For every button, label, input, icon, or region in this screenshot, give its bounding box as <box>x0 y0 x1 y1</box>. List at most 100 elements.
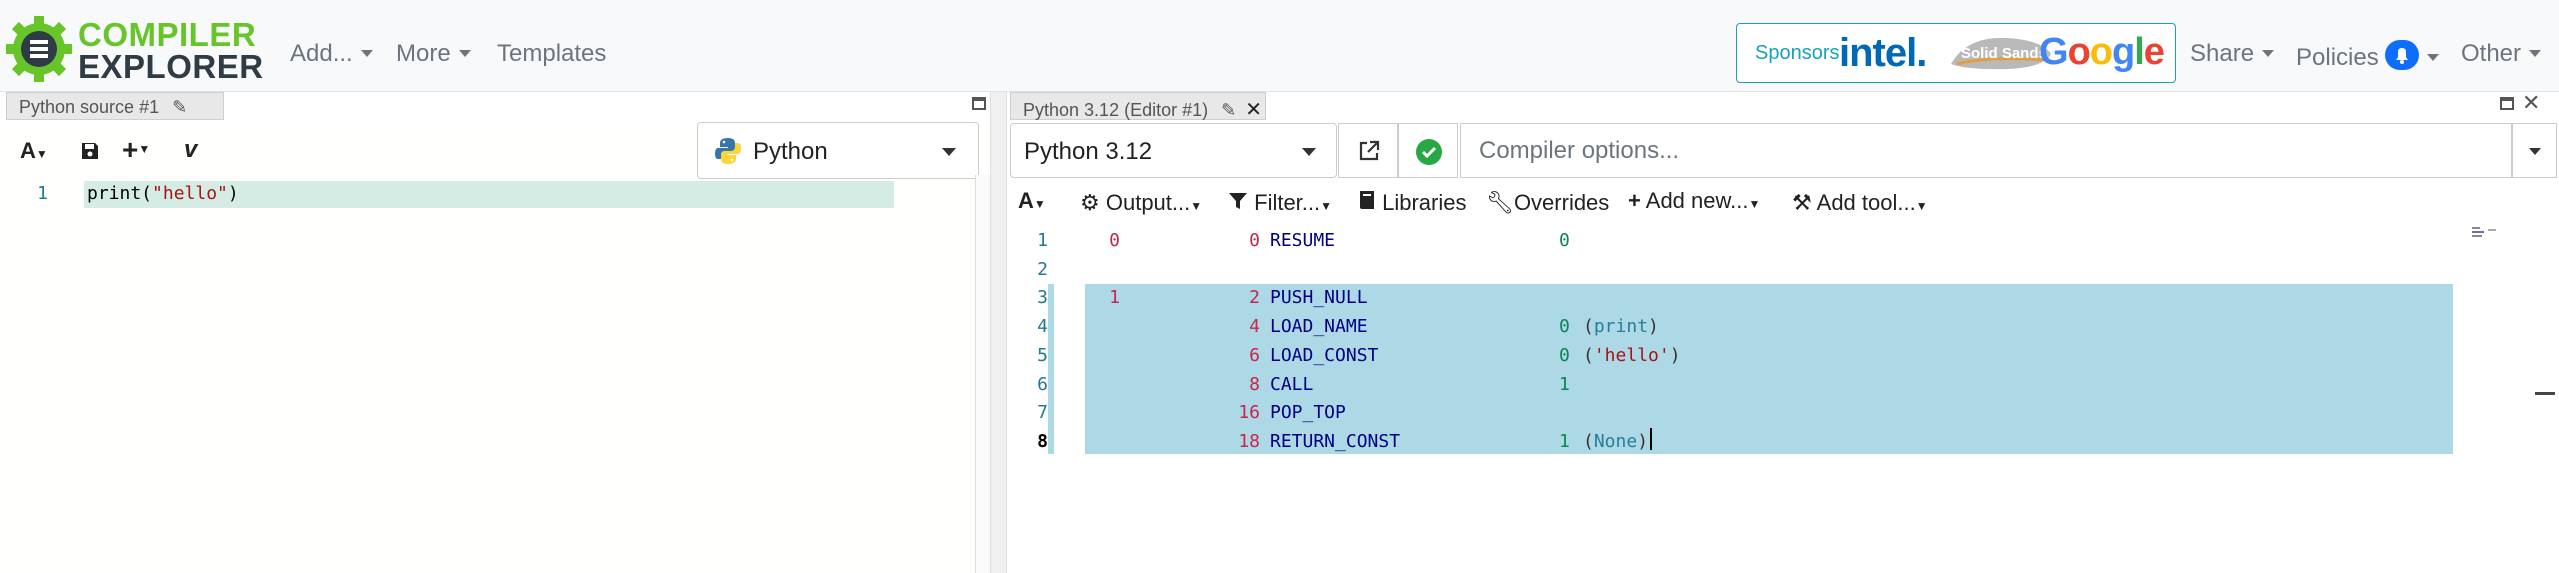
compile-status-button[interactable] <box>1398 123 1458 178</box>
chevron-down-icon <box>942 148 956 156</box>
filter-button[interactable]: Filter...▼ <box>1228 190 1332 216</box>
add-new-label: Add new... <box>1645 188 1749 213</box>
maximize-right-icon[interactable] <box>2500 97 2514 110</box>
sponsors-label: Sponsors <box>1755 42 1840 64</box>
asm-opcode: PUSH_NULL <box>1270 287 1368 309</box>
asm-line-number: 6 <box>1037 373 1048 395</box>
pane-splitter[interactable] <box>990 92 1007 573</box>
output-button[interactable]: ⚙ Output...▼ <box>1080 190 1202 216</box>
asm-offset: 6 <box>1249 344 1260 366</box>
output-label: Output... <box>1105 190 1191 215</box>
libraries-button[interactable]: Libraries <box>1358 190 1467 216</box>
notification-bell-icon <box>2384 40 2419 70</box>
book-icon <box>1360 191 1374 209</box>
intel-logo[interactable]: intel. <box>1839 31 1927 76</box>
sponsors-box[interactable]: Sponsors intel. Solid Sands Google <box>1736 23 2176 83</box>
other-menu[interactable]: Other <box>2461 40 2541 68</box>
navbar: COMPILER EXPLORER Add... More Templates … <box>0 0 2559 92</box>
asm-line-number: 5 <box>1037 344 1048 366</box>
text-cursor <box>1650 428 1652 450</box>
pencil-icon[interactable]: ✎ <box>1221 100 1236 120</box>
asm-opcode: CALL <box>1270 373 1314 395</box>
overrides-button[interactable]: 🔧︎Overrides <box>1486 190 1609 216</box>
maximize-left-icon[interactable] <box>972 97 986 110</box>
asm-line-number: 4 <box>1037 316 1048 338</box>
check-circle-icon <box>1416 139 1442 165</box>
asm-argument: 1 <box>1559 430 1570 452</box>
asm-opcode: POP_TOP <box>1270 402 1346 424</box>
compiler-info-button[interactable] <box>1338 123 1398 178</box>
compiler-select[interactable]: Python 3.12 <box>1010 123 1337 178</box>
external-link-icon <box>1359 140 1380 161</box>
tab-title: Python 3.12 (Editor #1) <box>1023 100 1209 120</box>
wrench-icon: 🔧︎ <box>1486 190 1514 215</box>
policies-menu[interactable]: Policies <box>2296 40 2439 72</box>
asm-argument-value: None <box>1593 430 1638 452</box>
filter-icon <box>1229 193 1247 209</box>
tab-title: Python source #1 <box>19 97 160 117</box>
add-tool-button[interactable]: ⚒ Add tool...▼ <box>1792 190 1928 216</box>
policies-label: Policies <box>2296 44 2379 71</box>
asm-argument: 0 <box>1559 230 1570 251</box>
asm-gutter-highlight <box>1048 284 1054 454</box>
libraries-label: Libraries <box>1382 190 1467 215</box>
asm-argument-value: print <box>1593 316 1649 338</box>
templates-link[interactable]: Templates <box>497 40 606 68</box>
logo-text-compiler: COMPILER <box>78 16 257 53</box>
scroll-position-marker <box>2535 392 2555 395</box>
asm-offset: 16 <box>1238 402 1260 424</box>
add-menu[interactable]: Add... <box>290 40 373 68</box>
asm-offset: 0 <box>1249 230 1260 251</box>
asm-opcode: LOAD_NAME <box>1270 316 1368 338</box>
output-font-size-button[interactable]: A▼ <box>1018 188 1046 214</box>
asm-argument-value: 'hello' <box>1593 344 1670 366</box>
asm-highlight <box>1085 284 2453 454</box>
add-tool-label: Add tool... <box>1816 190 1916 215</box>
asm-argument: 0 <box>1559 316 1570 338</box>
plus-icon: + <box>1628 188 1641 213</box>
asm-argument-detail: (None) <box>1583 430 1649 452</box>
asm-offset: 8 <box>1249 373 1260 395</box>
more-menu[interactable]: More <box>396 40 471 68</box>
solid-sands-text: Solid Sands <box>1961 45 2047 62</box>
filter-label: Filter... <box>1254 190 1321 215</box>
close-icon[interactable]: ✕ <box>1245 99 1262 121</box>
logo-gear-icon <box>6 16 72 82</box>
pencil-icon[interactable]: ✎ <box>172 97 187 117</box>
save-icon[interactable] <box>80 141 100 161</box>
compiler-explorer-logo[interactable]: COMPILER EXPLORER <box>6 16 263 84</box>
font-size-button[interactable]: A▼ <box>20 138 48 164</box>
asm-line-number: 7 <box>1037 402 1048 424</box>
python-icon <box>715 138 741 164</box>
asm-source-line: 0 <box>1109 230 1120 251</box>
source-line-number: 1 <box>37 183 48 204</box>
minimap-icon[interactable] <box>2470 225 2500 245</box>
vim-button[interactable]: v <box>184 136 197 164</box>
tab-python-source[interactable]: Python source #1 ✎ <box>6 92 224 120</box>
google-logo[interactable]: Google <box>2039 31 2165 74</box>
asm-argument-detail: (print) <box>1583 316 1659 338</box>
asm-line-number: 3 <box>1037 287 1048 309</box>
asm-opcode: RESUME <box>1270 230 1336 251</box>
add-new-button[interactable]: + Add new...▼ <box>1628 188 1760 214</box>
asm-line-number: 8 <box>1037 430 1048 452</box>
hammer-icon: ⚒ <box>1792 190 1812 215</box>
share-menu[interactable]: Share <box>2190 40 2274 68</box>
chevron-down-icon <box>2529 148 2541 155</box>
asm-source-line: 1 <box>1109 287 1120 309</box>
overrides-label: Overrides <box>1513 190 1610 215</box>
chevron-down-icon <box>1302 148 1316 156</box>
tab-compiler[interactable]: Python 3.12 (Editor #1) ✎ ✕ <box>1010 92 1266 121</box>
compiler-name: Python 3.12 <box>1024 138 1153 165</box>
asm-line-number: 2 <box>1037 258 1048 280</box>
close-pane-icon[interactable]: ✕ <box>2522 90 2540 116</box>
compiler-options-input[interactable] <box>1477 136 2381 166</box>
compiler-options-dropdown[interactable] <box>2512 123 2557 178</box>
source-code-line[interactable]: print("hello") <box>87 183 239 204</box>
logo-text-explorer: EXPLORER <box>78 48 264 85</box>
asm-argument: 1 <box>1559 373 1570 395</box>
add-button[interactable]: +▼ <box>122 134 150 166</box>
language-select[interactable]: Python <box>697 122 979 179</box>
font-size-label: A <box>1018 188 1034 213</box>
compiler-options-field[interactable] <box>1460 123 2512 178</box>
